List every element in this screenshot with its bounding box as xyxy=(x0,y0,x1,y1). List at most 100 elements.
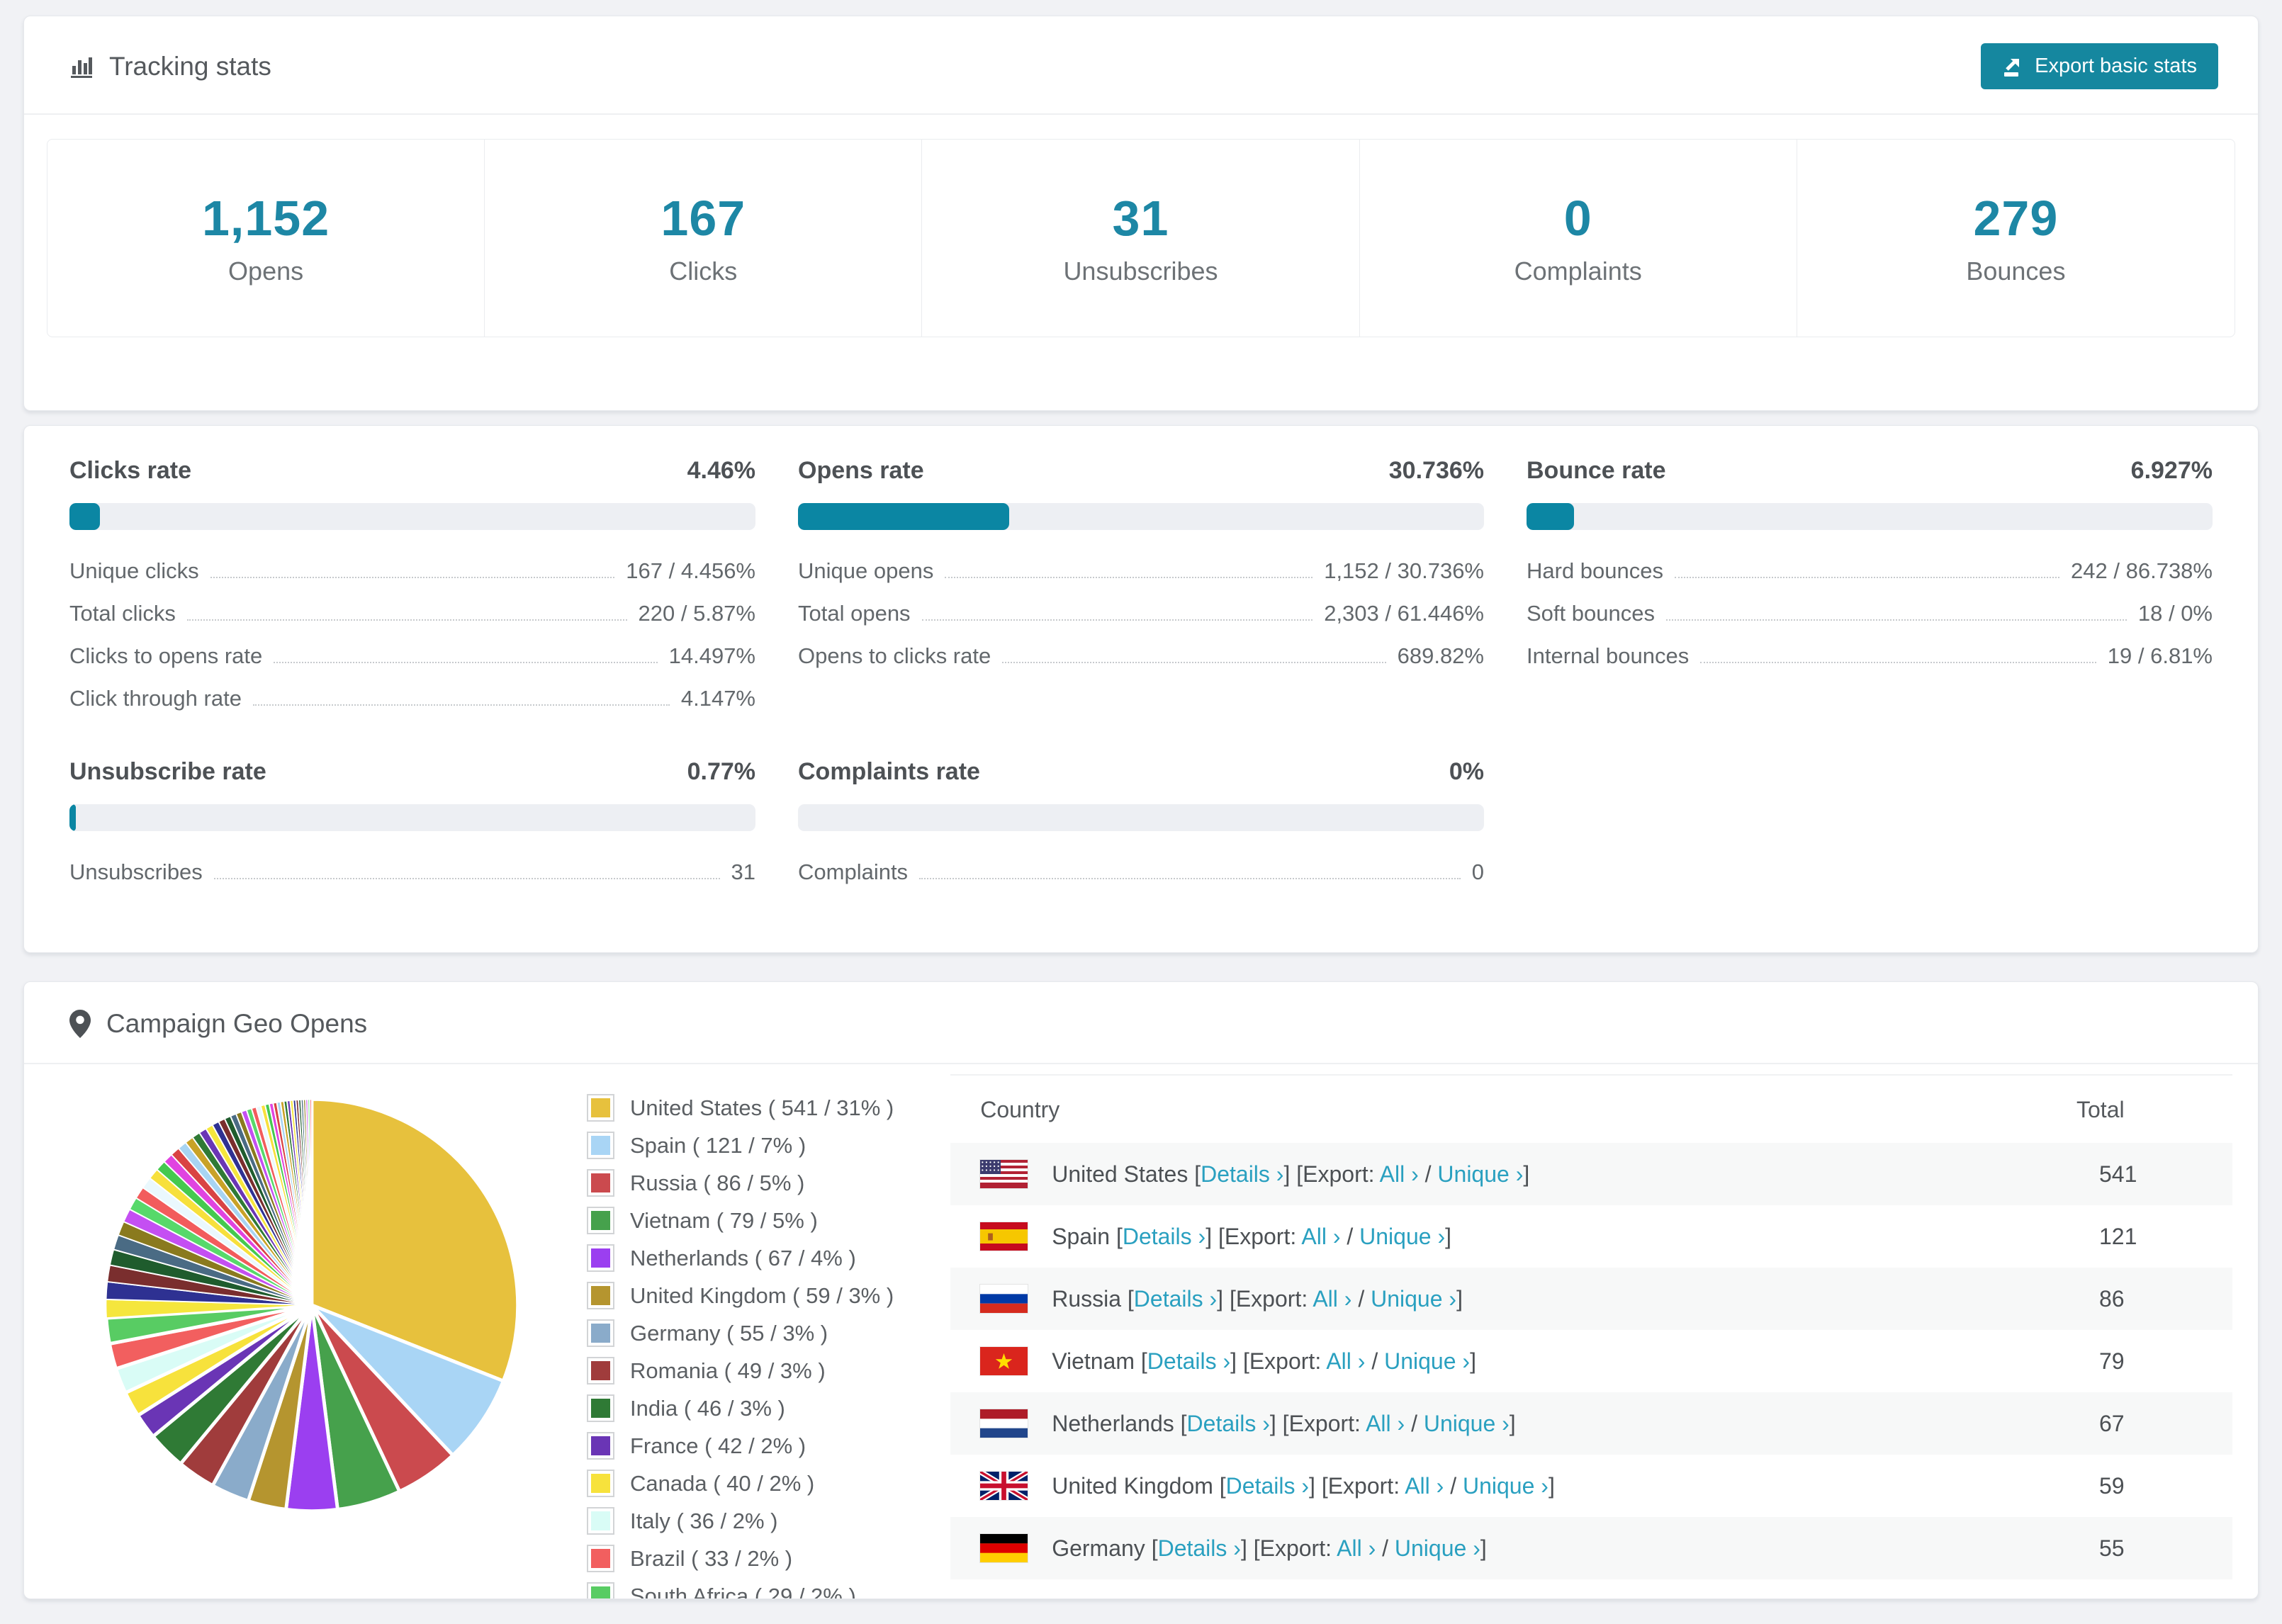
stat-card-unsubscribes: 31 Unsubscribes xyxy=(922,140,1360,337)
geo-table-row-us: United States [Details ›] [Export: All ›… xyxy=(950,1143,2232,1205)
export-all-link[interactable]: All › xyxy=(1405,1473,1444,1499)
details-link[interactable]: Details › xyxy=(1187,1411,1270,1436)
export-unique-link[interactable]: Unique › xyxy=(1424,1411,1510,1436)
rate-detail-label: Complaints xyxy=(798,859,909,884)
details-link[interactable]: Details › xyxy=(1158,1535,1241,1561)
stat-card-bounces: 279 Bounces xyxy=(1797,140,2235,337)
export-bracket: ] [Export: xyxy=(1269,1410,1366,1436)
rate-detail-row: Unsubscribes 31 xyxy=(69,859,755,885)
geo-table-row-nl: Netherlands [Details ›] [Export: All › /… xyxy=(950,1392,2232,1455)
rate-detail-row: Clicks to opens rate 14.497% xyxy=(69,643,755,669)
legend-label: Germany ( 55 / 3% ) xyxy=(630,1320,828,1346)
geo-title: Campaign Geo Opens xyxy=(69,1009,367,1039)
progress-bar-track xyxy=(69,804,755,831)
country-column-header: Country xyxy=(980,1097,1060,1122)
rate-card-bounce-rate: Bounce rate 6.927% Hard bounces 242 / 86.73… xyxy=(1527,457,2213,711)
progress-bar-fill xyxy=(798,503,1009,530)
export-unique-link[interactable]: Unique › xyxy=(1463,1473,1548,1499)
rate-value: 0% xyxy=(1449,758,1484,785)
country-links: United States [Details ›] [Export: All ›… xyxy=(1052,1161,1529,1188)
country-links: Germany [Details ›] [Export: All › / Uni… xyxy=(1052,1535,1487,1562)
total-column-header: Total xyxy=(2076,1097,2125,1122)
closing-bracket: ] xyxy=(1470,1348,1476,1374)
stat-value: 1,152 xyxy=(202,191,330,246)
closing-bracket: ] xyxy=(1480,1535,1487,1561)
details-link[interactable]: Details › xyxy=(1201,1161,1283,1187)
export-unique-link[interactable]: Unique › xyxy=(1395,1535,1480,1561)
geo-table-row-gb: United Kingdom [Details ›] [Export: All … xyxy=(950,1455,2232,1517)
legend-item-germany: Germany ( 55 / 3% ) xyxy=(587,1319,894,1347)
legend-swatch xyxy=(587,1432,614,1460)
details-link[interactable]: Details › xyxy=(1147,1348,1230,1374)
export-all-link[interactable]: All › xyxy=(1301,1224,1340,1249)
closing-bracket: ] xyxy=(1548,1472,1555,1499)
legend-swatch xyxy=(587,1357,614,1385)
rate-detail-value: 167 / 4.456% xyxy=(626,558,755,583)
tracking-stats-header: Tracking stats Export basic stats xyxy=(24,16,2258,115)
dotted-leader xyxy=(252,704,670,706)
geo-body: United States ( 541 / 31% ) Spain ( 121 /… xyxy=(24,1064,2258,1599)
details-link[interactable]: Details › xyxy=(1123,1224,1205,1249)
export-all-link[interactable]: All › xyxy=(1326,1348,1365,1374)
export-bracket: ] [Export: xyxy=(1283,1161,1380,1187)
country-total: 541 xyxy=(2069,1143,2232,1205)
country-name: Netherlands [ xyxy=(1052,1410,1187,1436)
rate-detail-value: 31 xyxy=(731,859,755,884)
rate-value: 4.46% xyxy=(687,457,755,484)
stat-label: Opens xyxy=(228,256,304,286)
stat-label: Clicks xyxy=(669,256,738,286)
dotted-leader xyxy=(1665,619,2127,621)
export-basic-stats-button[interactable]: Export basic stats xyxy=(1981,43,2218,89)
legend-item-russia: Russia ( 86 / 5% ) xyxy=(587,1169,894,1197)
rate-detail-row: Unique opens 1,152 / 30.736% xyxy=(798,558,1484,584)
legend-swatch xyxy=(587,1207,614,1234)
country-name: Russia [ xyxy=(1052,1285,1134,1312)
rate-title: Unsubscribe rate xyxy=(69,758,266,785)
dotted-leader xyxy=(919,878,1461,879)
country-links: Russia [Details ›] [Export: All › / Uniq… xyxy=(1052,1286,1463,1312)
rate-detail-label: Internal bounces xyxy=(1527,643,1690,668)
country-total: 67 xyxy=(2069,1392,2232,1455)
stat-card-complaints: 0 Complaints xyxy=(1360,140,1797,337)
country-name: Vietnam [ xyxy=(1052,1348,1147,1374)
legend-label: Netherlands ( 67 / 4% ) xyxy=(630,1245,856,1270)
export-unique-link[interactable]: Unique › xyxy=(1371,1286,1456,1312)
legend-item-netherlands: Netherlands ( 67 / 4% ) xyxy=(587,1244,894,1272)
export-all-link[interactable]: All › xyxy=(1313,1286,1351,1312)
legend-label: South Africa ( 29 / 2% ) xyxy=(630,1583,856,1599)
progress-bar-track xyxy=(1527,503,2213,530)
export-unique-link[interactable]: Unique › xyxy=(1384,1348,1470,1374)
rate-detail-label: Total opens xyxy=(798,601,911,626)
rate-detail-value: 220 / 5.87% xyxy=(638,601,755,626)
export-all-link[interactable]: All › xyxy=(1337,1535,1376,1561)
country-links: United Kingdom [Details ›] [Export: All … xyxy=(1052,1473,1555,1499)
details-link[interactable]: Details › xyxy=(1226,1473,1309,1499)
vn-flag-icon xyxy=(980,1347,1028,1375)
stat-cards-container: 1,152 Opens 167 Clicks 31 Unsubscribes 0 Compla… xyxy=(24,115,2258,361)
geo-country-table: Country Total United States [Details ›] … xyxy=(950,1074,2232,1579)
stat-value: 167 xyxy=(661,191,746,246)
legend-item-romania: Romania ( 49 / 3% ) xyxy=(587,1357,894,1385)
details-link[interactable]: Details › xyxy=(1134,1286,1217,1312)
country-links: Vietnam [Details ›] [Export: All › / Uni… xyxy=(1052,1348,1476,1375)
rate-card-complaints-rate: Complaints rate 0% Complaints 0 xyxy=(798,758,1484,885)
legend-swatch xyxy=(587,1582,614,1598)
export-unique-link[interactable]: Unique › xyxy=(1359,1224,1445,1249)
legend-item-france: France ( 42 / 2% ) xyxy=(587,1432,894,1460)
rate-card-opens-rate: Opens rate 30.736% Unique opens 1,152 / 30.… xyxy=(798,457,1484,711)
country-name: United States [ xyxy=(1052,1161,1201,1187)
export-bracket: ] [Export: xyxy=(1230,1348,1327,1374)
geo-pie-chart xyxy=(104,1097,520,1513)
legend-swatch xyxy=(587,1244,614,1272)
export-all-link[interactable]: All › xyxy=(1380,1161,1419,1187)
rate-detail-row: Opens to clicks rate 689.82% xyxy=(798,643,1484,669)
export-unique-link[interactable]: Unique › xyxy=(1437,1161,1523,1187)
rate-detail-label: Unsubscribes xyxy=(69,859,203,884)
link-separator: / xyxy=(1365,1348,1385,1374)
legend-item-south-africa: South Africa ( 29 / 2% ) xyxy=(587,1582,894,1599)
export-all-link[interactable]: All › xyxy=(1366,1411,1405,1436)
rate-detail-value: 19 / 6.81% xyxy=(2107,643,2213,668)
legend-item-india: India ( 46 / 3% ) xyxy=(587,1394,894,1422)
dotted-leader xyxy=(274,662,658,663)
legend-label: Spain ( 121 / 7% ) xyxy=(630,1132,806,1158)
